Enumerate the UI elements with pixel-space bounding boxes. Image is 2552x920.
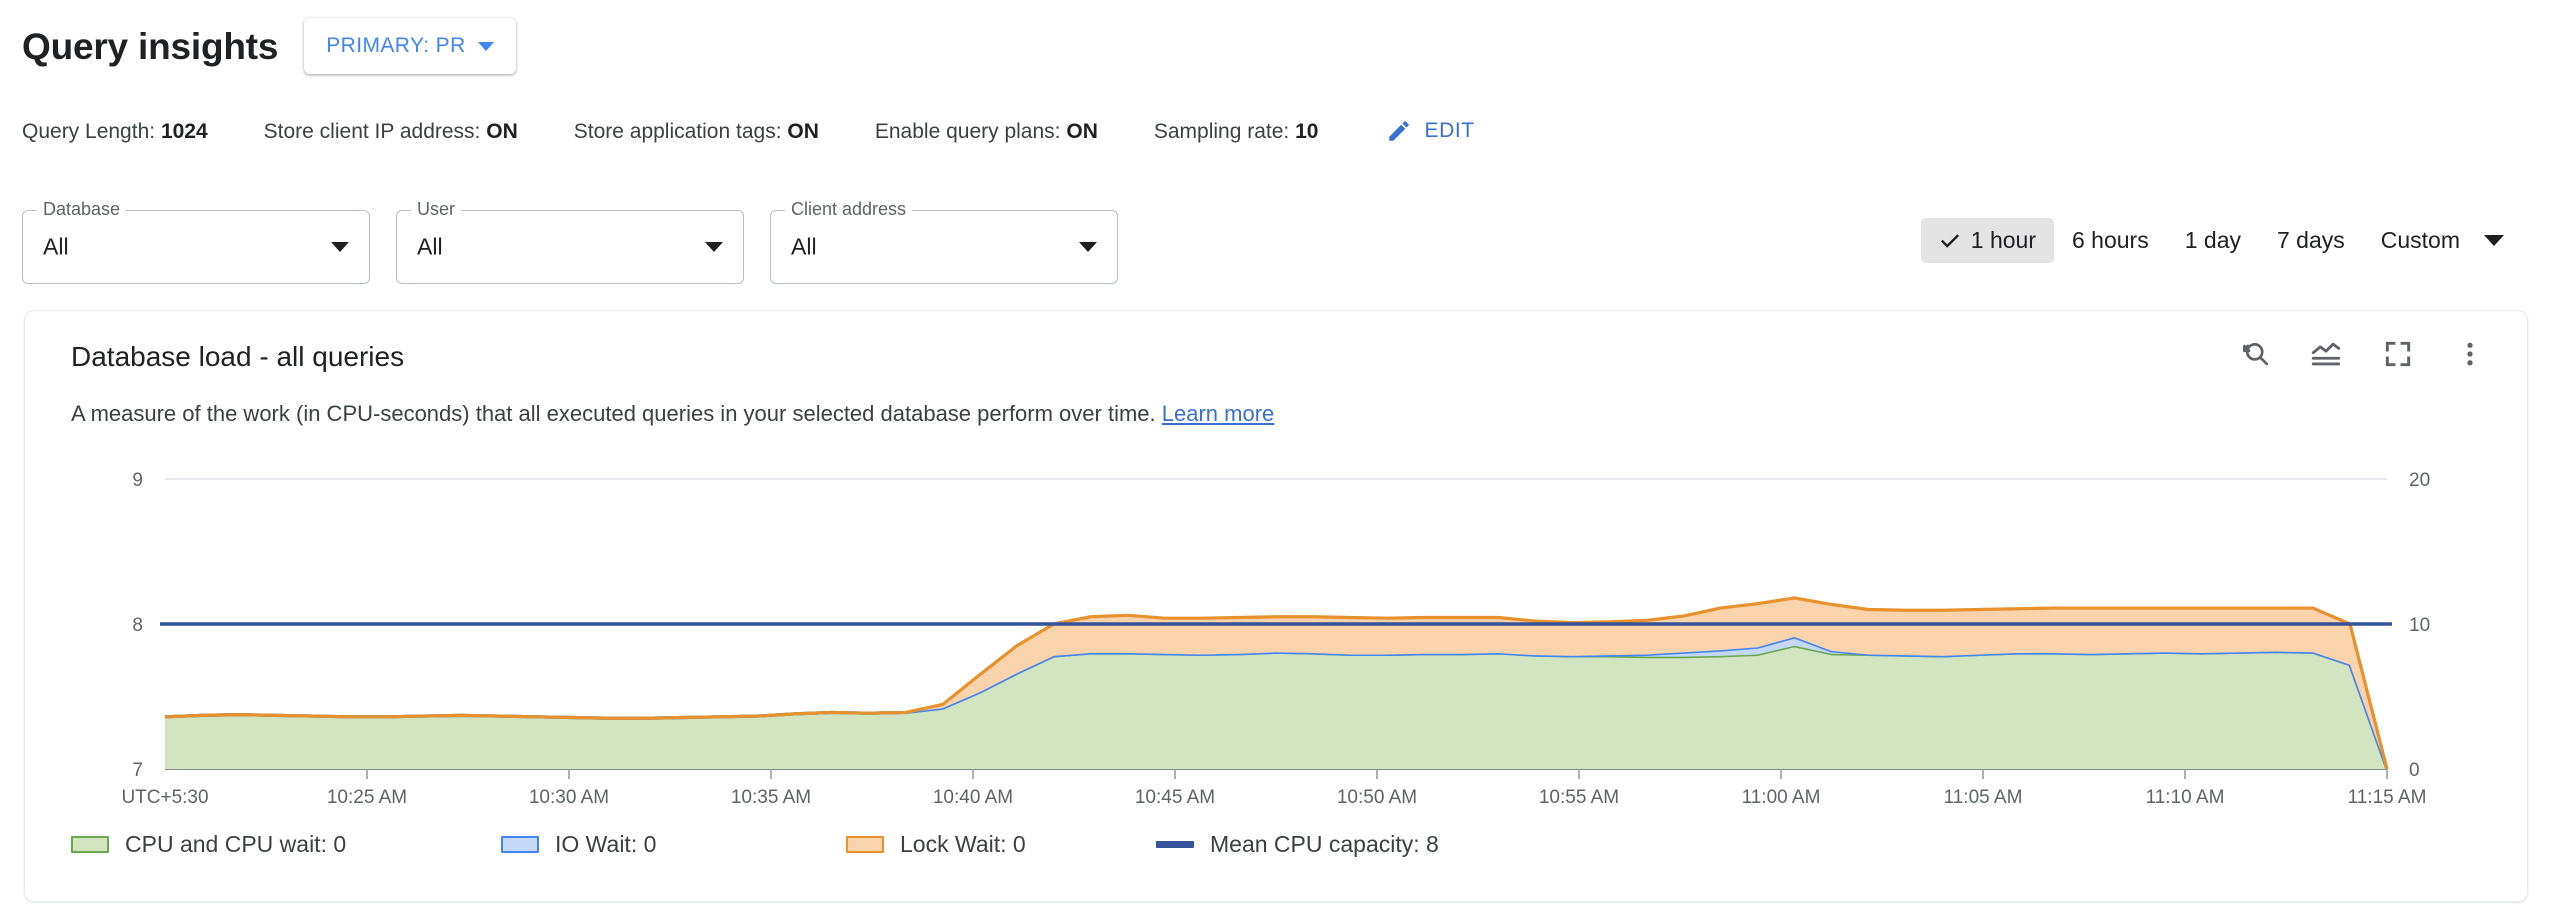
meta-enable-query-plans: Enable query plans: ON (875, 121, 1098, 142)
chart-legend: CPU and CPU wait: 0 IO Wait: 0 Lock Wait… (71, 831, 1439, 858)
time-range-custom[interactable]: Custom (2363, 218, 2526, 263)
legend-item-io-wait[interactable]: IO Wait: 0 (501, 831, 846, 858)
edit-button[interactable]: EDIT (1386, 118, 1474, 144)
time-range-1-hour-label: 1 hour (1971, 227, 2036, 254)
check-icon (1939, 230, 1961, 252)
legend-label-io: IO Wait: 0 (555, 831, 656, 858)
legend-item-mean-cpu-capacity[interactable]: Mean CPU capacity: 8 (1156, 831, 1439, 858)
meta-value: 1024 (161, 120, 208, 143)
stacked-chart-icon[interactable] (2307, 335, 2345, 373)
meta-label: Store application tags: (574, 120, 782, 143)
meta-store-client-ip: Store client IP address: ON (264, 121, 518, 142)
legend-item-cpu-and-cpu-wait[interactable]: CPU and CPU wait: 0 (71, 831, 501, 858)
x-axis-tick-label: UTC+5:30 (121, 787, 208, 808)
meta-value: 10 (1295, 120, 1318, 143)
more-options-icon[interactable] (2451, 335, 2489, 373)
user-filter-label: User (411, 200, 461, 218)
x-axis-tick-label: 10:55 AM (1539, 787, 1619, 808)
client-address-filter-label: Client address (785, 200, 912, 218)
database-load-chart[interactable]: 7 8 9 0 10 20 UTC+5:30 10:25 AM 10:30 AM 10:35 AM… (25, 461, 2527, 831)
card-action-bar (2235, 335, 2489, 373)
instance-selector-chip[interactable]: PRIMARY: PR (304, 18, 515, 74)
insights-config-summary: Query Length: 1024 Store client IP addre… (22, 118, 1475, 144)
x-axis-tick-label: 10:30 AM (529, 787, 609, 808)
x-axis-tick-label: 10:40 AM (933, 787, 1013, 808)
legend-swatch-cpu (71, 836, 109, 853)
x-axis-tick-label: 11:10 AM (2146, 787, 2225, 808)
meta-label: Sampling rate: (1154, 120, 1289, 143)
page-title: Query insights (22, 28, 278, 65)
meta-label: Store client IP address: (264, 120, 481, 143)
left-axis-tick: 7 (132, 760, 143, 781)
query-insights-page: Query insights PRIMARY: PR Query Length:… (0, 0, 2552, 920)
client-address-filter-select[interactable]: Client address All (770, 210, 1118, 284)
right-axis-tick: 0 (2409, 760, 2420, 781)
legend-swatch-lock (846, 836, 884, 853)
chevron-down-icon (478, 42, 494, 51)
reset-zoom-icon[interactable] (2235, 335, 2273, 373)
time-range-6-hours[interactable]: 6 hours (2054, 218, 2167, 263)
x-axis-tick-label: 11:05 AM (1944, 787, 2023, 808)
x-axis-tick-label: 10:50 AM (1337, 787, 1417, 808)
chevron-down-icon (331, 242, 349, 252)
time-range-7-days-label: 7 days (2277, 227, 2345, 254)
legend-label-capacity: Mean CPU capacity: 8 (1210, 831, 1439, 858)
database-filter-select[interactable]: Database All (22, 210, 370, 284)
x-axis-tick-label: 11:15 AM (2348, 787, 2427, 808)
meta-query-length: Query Length: 1024 (22, 121, 208, 142)
legend-label-cpu: CPU and CPU wait: 0 (125, 831, 346, 858)
time-range-1-day-label: 1 day (2185, 227, 2241, 254)
card-title: Database load - all queries (71, 343, 404, 371)
legend-swatch-io (501, 836, 539, 853)
client-address-filter-value: All (791, 234, 817, 261)
meta-value: ON (787, 120, 819, 143)
card-description: A measure of the work (in CPU-seconds) t… (71, 401, 1274, 427)
meta-value: ON (486, 120, 518, 143)
left-axis-tick: 9 (132, 470, 143, 491)
time-range-7-days[interactable]: 7 days (2259, 218, 2363, 263)
chevron-down-icon (705, 242, 723, 252)
database-load-chart-svg: 7 8 9 0 10 20 UTC+5:30 10:25 AM 10:30 AM 10:35 AM… (25, 461, 2527, 831)
x-axis-tick-label: 11:00 AM (1742, 787, 1821, 808)
instance-selector-label: PRIMARY: PR (326, 34, 465, 58)
meta-sampling-rate: Sampling rate: 10 (1154, 121, 1319, 142)
pencil-icon (1386, 118, 1412, 144)
legend-swatch-capacity (1156, 841, 1194, 848)
time-range-1-day[interactable]: 1 day (2167, 218, 2259, 263)
user-filter-value: All (417, 234, 443, 261)
meta-label: Query Length: (22, 120, 155, 143)
right-axis-tick: 10 (2409, 615, 2430, 636)
fullscreen-icon[interactable] (2379, 335, 2417, 373)
legend-item-lock-wait[interactable]: Lock Wait: 0 (846, 831, 1156, 858)
time-range-selector: 1 hour 6 hours 1 day 7 days Custom (1921, 218, 2526, 263)
database-filter-label: Database (37, 200, 126, 218)
meta-label: Enable query plans: (875, 120, 1061, 143)
area-0 (165, 646, 2387, 769)
legend-label-lock: Lock Wait: 0 (900, 831, 1026, 858)
page-header: Query insights PRIMARY: PR (22, 18, 516, 74)
left-axis-tick: 8 (132, 615, 143, 636)
learn-more-link[interactable]: Learn more (1162, 401, 1275, 426)
meta-value: ON (1066, 120, 1098, 143)
database-filter-value: All (43, 234, 69, 261)
x-axis-tick-label: 10:35 AM (731, 787, 811, 808)
filters-bar: Database All User All Client address All (22, 210, 1118, 284)
chevron-down-icon (1079, 242, 1097, 252)
meta-store-application-tags: Store application tags: ON (574, 121, 819, 142)
user-filter-select[interactable]: User All (396, 210, 744, 284)
time-range-1-hour[interactable]: 1 hour (1921, 218, 2054, 263)
x-axis-tick-label: 10:25 AM (327, 787, 407, 808)
chevron-down-icon (2484, 235, 2504, 246)
time-range-6-hours-label: 6 hours (2072, 227, 2149, 254)
edit-button-label: EDIT (1424, 119, 1474, 143)
right-axis-tick: 20 (2409, 470, 2430, 491)
time-range-custom-label: Custom (2381, 227, 2460, 254)
x-axis-tick-label: 10:45 AM (1135, 787, 1215, 808)
database-load-card: Database load - all queries A measure of… (24, 310, 2528, 902)
card-description-text: A measure of the work (in CPU-seconds) t… (71, 401, 1156, 426)
